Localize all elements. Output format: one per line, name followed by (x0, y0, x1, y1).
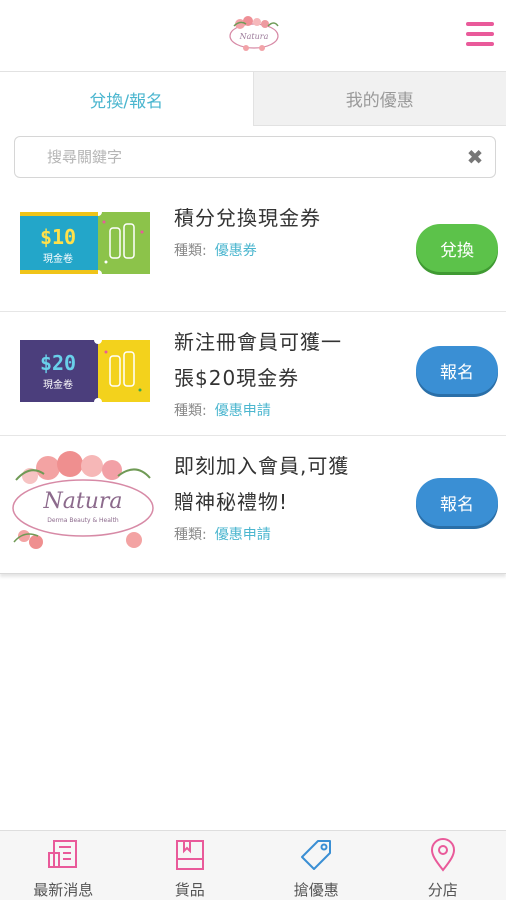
item-meta: 種類: 優惠券 (174, 240, 257, 260)
coupon-sub: 現金卷 (43, 252, 73, 265)
news-icon (48, 840, 78, 868)
hamburger-icon (466, 22, 494, 26)
list-item[interactable]: $20 現金卷 新注冊會員可獲一 張$20現金券 種類: 優惠申請 報名 (0, 312, 506, 436)
type-label: 種類: (174, 527, 207, 543)
book-icon (175, 840, 204, 870)
register-button[interactable]: 報名 (416, 478, 498, 526)
nav-news[interactable]: 最新消息 (0, 831, 127, 900)
item-title: 積分兌換現金券 (174, 206, 321, 230)
natura-brand-text: Natura (42, 489, 122, 514)
coupon-amount: $20 (40, 351, 76, 375)
item-title-line1: 即刻加入會員,可獲 (174, 454, 350, 478)
logo-text: Natura (239, 32, 269, 41)
nav-label: 搶優惠 (293, 881, 339, 899)
item-title-line2: 贈神秘禮物! (174, 490, 289, 514)
search-box: ✖ (14, 136, 496, 178)
natura-gift-image: Natura Derma Beauty & Health (12, 451, 154, 549)
search-input[interactable] (47, 145, 447, 169)
bottom-nav: 最新消息 貨品 搶優惠 分店 (0, 830, 506, 900)
type-value: 優惠申請 (214, 527, 271, 543)
item-title-line1: 新注冊會員可獲一 (174, 330, 342, 354)
nav-deals[interactable]: 搶優惠 (253, 831, 380, 900)
list-item[interactable]: Natura Derma Beauty & Health 即刻加入會員,可獲 贈… (0, 436, 506, 574)
offer-list: $10 現金卷 積分兌換現金券 種類: 優惠券 兌換 $20 現金卷 新注冊會員… (0, 188, 506, 574)
register-button[interactable]: 報名 (416, 346, 498, 394)
natura-sub-text: Derma Beauty & Health (47, 517, 119, 524)
nav-label: 貨品 (174, 881, 205, 899)
tab-redeem-register[interactable]: 兌換/報名 (0, 72, 254, 126)
tag-icon (301, 840, 332, 870)
item-title-line2: 張$20現金券 (174, 366, 300, 390)
coupon-amount: $10 (40, 225, 76, 249)
coupon-sub: 現金卷 (43, 378, 73, 391)
nav-label: 分店 (427, 881, 458, 899)
type-label: 種類: (174, 243, 207, 259)
brand-logo[interactable]: Natura (226, 14, 282, 54)
type-value: 優惠申請 (214, 403, 271, 419)
nav-branches[interactable]: 分店 (380, 831, 506, 900)
redeem-button[interactable]: 兌換 (416, 224, 498, 272)
list-item[interactable]: $10 現金卷 積分兌換現金券 種類: 優惠券 兌換 (0, 188, 506, 312)
nav-label: 最新消息 (33, 881, 94, 899)
menu-button[interactable] (466, 22, 496, 48)
tab-bar: 兌換/報名 我的優惠 (0, 72, 506, 126)
item-meta: 種類: 優惠申請 (174, 524, 271, 544)
nav-products[interactable]: 貨品 (127, 831, 254, 900)
coupon-20-image: $20 現金卷 (20, 340, 150, 402)
tab-my-offers[interactable]: 我的優惠 (253, 72, 506, 126)
item-meta: 種類: 優惠申請 (174, 400, 271, 420)
type-value: 優惠券 (214, 243, 257, 259)
type-label: 種類: (174, 403, 207, 419)
app-header: Natura (0, 0, 506, 72)
clear-icon[interactable]: ✖ (465, 146, 485, 168)
location-pin-icon (430, 838, 455, 872)
coupon-10-image: $10 現金卷 (20, 212, 150, 274)
